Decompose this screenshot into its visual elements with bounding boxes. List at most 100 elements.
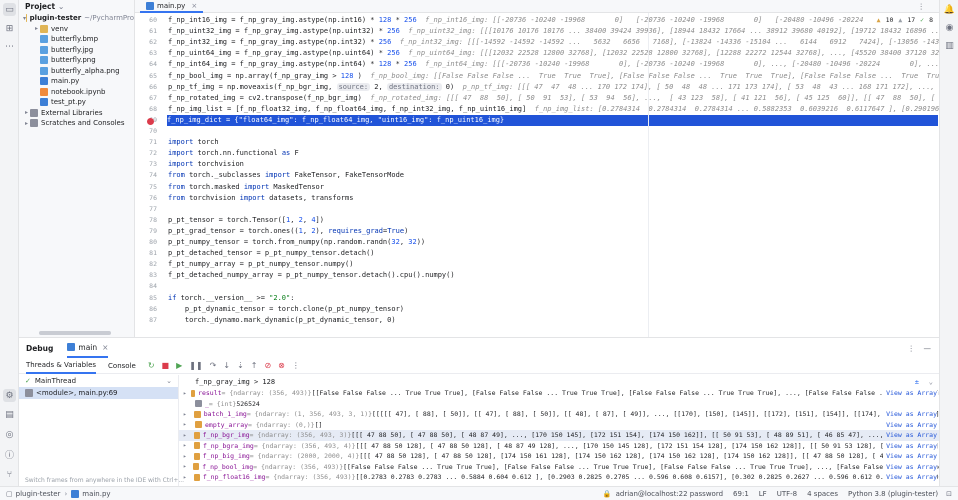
view-as-array-link[interactable]: View as Array (883, 452, 937, 461)
variable-row[interactable]: ▸ f_np_bool_img = {ndarray: (356, 493)} [… (179, 462, 939, 473)
lock-icon[interactable]: ⊡ (946, 490, 952, 498)
view-as-array-link[interactable]: View as Array (883, 441, 937, 450)
services-icon[interactable]: ◎ (3, 428, 16, 441)
notifications-icon[interactable]: 🔔 (943, 3, 956, 16)
code-line[interactable]: import torch (168, 137, 219, 148)
variable-row[interactable]: ▸ f_np_bgra_img = {ndarray: (356, 493, 4)… (179, 441, 939, 452)
chevron-right-icon[interactable]: ▸ (183, 411, 191, 418)
view-as-array-link[interactable]: View as Array (883, 410, 937, 419)
code-line[interactable]: if torch.__version__ >= "2.0": (168, 293, 294, 304)
git-icon[interactable]: ⑂ (3, 468, 16, 481)
pause-icon[interactable]: ❚❚ (189, 361, 202, 370)
breadcrumb-file[interactable]: main.py (82, 490, 110, 498)
current-execution-line[interactable]: f_np_img_dict = {"float64_img": f_np_flo… (167, 114, 938, 126)
variable-row[interactable]: ▸ f_np_bgr_img = {ndarray: (356, 493, 3)}… (179, 430, 939, 441)
code-line[interactable]: f_np_int32_img = f_np_gray_img.astype(np… (168, 37, 939, 48)
tree-item[interactable]: butterfly.bmp (19, 34, 134, 45)
code-line[interactable]: f_pt_detached_numpy_array = p_pt_numpy_t… (168, 270, 455, 281)
view-as-array-link[interactable]: View as Array (883, 420, 937, 429)
terminal-icon[interactable]: ▤ (3, 408, 16, 421)
debug-config-tab[interactable]: main × (67, 338, 109, 358)
tree-item[interactable]: main.py (19, 76, 134, 87)
remote-host[interactable]: adrian@localhost:22 password (616, 490, 723, 498)
close-icon[interactable]: × (102, 343, 108, 352)
code-line[interactable]: p_pt_grad_tensor = torch.ones((1, 2), re… (168, 226, 408, 237)
code-editor[interactable]: 6061626364656667686970717273747576777879… (135, 13, 939, 337)
step-into-icon[interactable]: ↓ (223, 361, 230, 370)
python-interpreter[interactable]: Python 3.8 (plugin-tester) (848, 490, 938, 498)
view-as-array-link[interactable]: View as Array (883, 389, 937, 398)
chevron-right-icon[interactable]: ▸ (183, 390, 188, 397)
mute-breakpoints-icon[interactable]: ⊗ (278, 361, 285, 370)
file-encoding[interactable]: UTF-8 (777, 490, 797, 498)
variable-row[interactable]: _ = {int} 526524 (179, 399, 939, 410)
code-line[interactable]: f_np_uint64_img = f_np_gray_img.astype(n… (168, 48, 939, 59)
debug-more-icon[interactable]: ⋮ (908, 344, 916, 353)
tree-item[interactable]: test_pt.py (19, 97, 134, 108)
tree-item[interactable]: butterfly.png (19, 55, 134, 66)
breadcrumb-root[interactable]: plugin-tester (16, 490, 61, 498)
code-line[interactable]: import torchvision (168, 159, 244, 170)
database-icon[interactable]: ◉ (943, 21, 956, 34)
code-area[interactable]: f_np_int16_img = f_np_gray_img.astype(np… (167, 13, 939, 337)
frame-item[interactable]: <module>, main.py:69 (19, 387, 178, 399)
folder-icon[interactable]: ▭ (3, 3, 16, 16)
tab-console[interactable]: Console (108, 358, 136, 374)
tree-item[interactable]: butterfly_alpha.png (19, 66, 134, 77)
step-out-icon[interactable]: ↑ (251, 361, 258, 370)
code-line[interactable]: p_np_tf_img = np.moveaxis(f_np_bgr_img, … (168, 82, 939, 93)
variable-row[interactable]: ▸ f_np_float16_img = {ndarray: (356, 493)… (179, 472, 939, 483)
evaluate-row[interactable]: f_np_gray_img > 128 ± ⌄ (179, 375, 939, 388)
code-line[interactable]: f_np_bool_img = np.array(f_np_gray_img >… (168, 71, 939, 82)
code-line[interactable]: p_pt_numpy_tensor = torch.from_numpy(np.… (168, 237, 425, 248)
tree-external-libraries[interactable]: ▸ External Libraries (19, 108, 134, 119)
minimize-icon[interactable]: — (924, 344, 932, 353)
sciview-icon[interactable]: ▥ (943, 39, 956, 52)
problems-icon[interactable]: ⓘ (3, 448, 16, 461)
tabs-more-icon[interactable]: ⋮ (918, 0, 926, 13)
inspection-widget[interactable]: ▲ 10 ▲ 17 ✓ 8 (872, 16, 933, 24)
tree-item[interactable]: ▸ venv (19, 24, 134, 35)
chevron-right-icon[interactable]: ▸ (183, 474, 191, 481)
view-as-array-link[interactable]: View as Array (883, 462, 937, 471)
tab-threads-variables[interactable]: Threads & Variables (26, 358, 97, 374)
rerun-icon[interactable]: ↻ (148, 361, 155, 370)
caret-position[interactable]: 69:1 (733, 490, 749, 498)
code-line[interactable]: from torch._subclasses import FakeTensor… (168, 170, 404, 181)
code-line[interactable]: f_np_img_list = [f_np_float32_img, f_np_… (168, 104, 939, 115)
chevron-right-icon[interactable]: ▸ (183, 453, 191, 460)
variable-row[interactable]: ▸ empty_array = {ndarray: (0,)} [] View as… (179, 420, 939, 431)
tab-main-py[interactable]: main.py × (140, 0, 204, 13)
resume-icon[interactable]: ▶ (176, 361, 182, 370)
code-line[interactable]: f_np_int64_img = f_np_gray_img.astype(np… (168, 59, 939, 70)
indent-setting[interactable]: 4 spaces (807, 490, 838, 498)
structure-icon[interactable]: ⊞ (3, 22, 16, 35)
code-line[interactable]: p_pt_dynamic_tensor = torch.clone(p_pt_n… (168, 304, 404, 315)
project-panel-title[interactable]: Project ⌄ (19, 0, 134, 13)
tree-scratches[interactable]: ▸ Scratches and Consoles (19, 118, 134, 129)
chevron-right-icon[interactable]: ▸ (183, 432, 191, 439)
view-as-array-link[interactable]: View as Array (883, 431, 937, 440)
code-line[interactable]: p_pt_detached_tensor = p_pt_numpy_tensor… (168, 248, 375, 259)
code-line[interactable]: from torch.masked import MaskedTensor (168, 182, 324, 193)
code-line[interactable]: f_np_uint32_img = f_np_gray_img.astype(n… (168, 26, 939, 37)
tree-item[interactable]: butterfly.jpg (19, 45, 134, 56)
view-as-array-link[interactable]: View as Array (883, 473, 937, 482)
code-line[interactable]: f_pt_numpy_array = p_pt_numpy_tensor.num… (168, 259, 353, 270)
code-line[interactable]: torch._dynamo.mark_dynamic(p_pt_dynamic_… (168, 315, 396, 326)
project-scrollbar[interactable] (39, 331, 111, 335)
code-line[interactable]: f_np_rotated_img = cv2.transpose(f_np_bg… (168, 93, 935, 104)
line-separator[interactable]: LF (759, 490, 767, 498)
variable-row[interactable]: ▸ f_np_big_img = {ndarray: (2000, 2000, 4… (179, 451, 939, 462)
tree-root[interactable]: ▾ plugin-tester ~/PycharmPro (19, 13, 134, 24)
more-icon[interactable]: ⋯ (3, 40, 16, 53)
toolbar-more-icon[interactable]: ⋮ (292, 361, 300, 370)
chevron-right-icon[interactable]: ▸ (183, 421, 192, 428)
stop-icon[interactable]: ■ (162, 361, 170, 370)
chevron-right-icon[interactable]: ▸ (183, 463, 190, 470)
view-breakpoints-icon[interactable]: ⊘ (264, 361, 271, 370)
variable-row[interactable]: ▸ result = {ndarray: (356, 493)} [[False … (179, 388, 939, 399)
add-watch-icon[interactable]: ± (915, 378, 919, 386)
code-line[interactable]: import torch.nn.functional as F (168, 148, 299, 159)
code-line[interactable]: f_np_int16_img = f_np_gray_img.astype(np… (168, 15, 901, 26)
